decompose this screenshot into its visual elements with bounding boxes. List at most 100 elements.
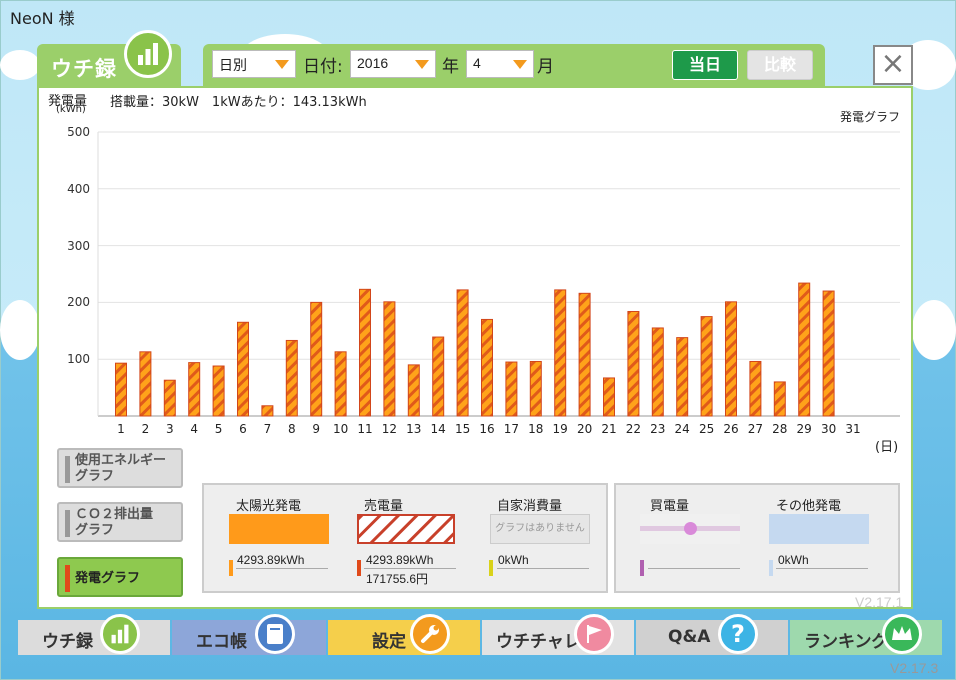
sell-value-yen: 171755.6円 (366, 572, 429, 586)
bar-day-9[interactable] (310, 301, 323, 417)
other-marker (769, 560, 773, 576)
bar-day-15[interactable] (456, 289, 469, 417)
bar-day-27[interactable] (749, 360, 762, 417)
bar-day-19[interactable] (554, 289, 567, 417)
nav-label: Q&A (668, 627, 711, 647)
bar-day-10[interactable] (334, 351, 347, 417)
x-tick-label: 17 (504, 422, 519, 436)
solar-value: 4293.89kWh (237, 553, 305, 567)
bar-day-28[interactable] (773, 381, 786, 417)
x-tick-label: 18 (528, 422, 543, 436)
bar-day-18[interactable] (529, 360, 542, 417)
nav-uchiroku[interactable]: ウチ録 (18, 620, 170, 655)
bar-day-24[interactable] (676, 337, 689, 417)
x-tick-label: 3 (166, 422, 174, 436)
version-ghost: V2.17.1 (855, 594, 904, 610)
self-consumption-title: 自家消費量 (497, 499, 563, 514)
x-tick-label: 25 (699, 422, 714, 436)
self-consumption-empty: グラフはありません (490, 514, 590, 544)
sell-swatch (357, 514, 455, 544)
bar-day-11[interactable] (359, 288, 371, 417)
x-tick-label: 8 (288, 422, 296, 436)
bar-day-6[interactable] (237, 321, 249, 417)
bar-day-25[interactable] (700, 316, 713, 417)
bar-day-17[interactable] (505, 361, 518, 417)
bar-day-16[interactable] (481, 318, 493, 417)
marker (65, 510, 70, 537)
nav-label: エコ帳 (196, 632, 247, 652)
label-line2: グラフ (75, 469, 115, 484)
buy-slider-knob (684, 522, 697, 535)
bar-day-7[interactable] (261, 405, 274, 417)
bar-day-30[interactable] (822, 290, 835, 417)
divider (497, 568, 589, 569)
question-icon: ? (718, 614, 758, 654)
bar-day-26[interactable] (725, 301, 737, 417)
x-tick-label: 27 (748, 422, 763, 436)
bar-day-29[interactable] (798, 282, 811, 417)
notebook-icon (255, 614, 295, 654)
y-tick-label: 400 (67, 181, 90, 196)
x-tick-label: 29 (797, 422, 812, 436)
x-tick-label: 2 (142, 422, 150, 436)
solar-title: 太陽光発電 (236, 499, 302, 514)
bar-day-1[interactable] (115, 362, 127, 417)
x-tick-label: 15 (455, 422, 470, 436)
bar-day-3[interactable] (163, 379, 176, 417)
x-tick-label: 4 (190, 422, 198, 436)
nav-qa[interactable]: Q&A (636, 620, 788, 655)
x-tick-label: 13 (406, 422, 421, 436)
x-tick-label: 16 (479, 422, 494, 436)
x-tick-label: 12 (382, 422, 397, 436)
x-tick-label: 30 (821, 422, 836, 436)
nav-settings[interactable]: 設定 (328, 620, 480, 655)
bar-day-5[interactable] (212, 365, 225, 417)
bar-day-13[interactable] (407, 364, 420, 417)
sell-marker (357, 560, 361, 576)
nav-ecocho[interactable]: エコ帳 (172, 620, 326, 655)
y-tick-label: 300 (67, 238, 90, 253)
bar-day-4[interactable] (188, 362, 201, 417)
sell-value-kwh: 4293.89kWh (366, 553, 434, 567)
x-tick-label: 14 (431, 422, 446, 436)
nav-label: 設定 (372, 632, 406, 652)
marker (65, 565, 70, 592)
label-line2: グラフ (75, 523, 115, 538)
x-tick-label: 21 (601, 422, 616, 436)
divider (776, 568, 868, 569)
bar-day-8[interactable] (285, 339, 298, 417)
flag-icon (574, 614, 614, 654)
x-tick-label: 11 (357, 422, 372, 436)
solar-swatch (229, 514, 329, 544)
buy-swatch (640, 514, 740, 544)
crown-icon (882, 614, 922, 654)
divider (236, 568, 328, 569)
bar-day-21[interactable] (603, 377, 615, 417)
x-tick-label: 22 (626, 422, 641, 436)
generation-graph-button[interactable]: 発電グラフ (57, 557, 183, 597)
nav-label: ウチチャレ (496, 632, 581, 652)
divider (364, 568, 456, 569)
bar-day-20[interactable] (578, 292, 591, 417)
buy-title: 買電量 (650, 499, 690, 514)
energy-usage-graph-button[interactable]: 使用エネルギー グラフ (57, 448, 183, 488)
x-tick-label: 24 (675, 422, 690, 436)
bar-day-12[interactable] (383, 301, 396, 417)
label-line1: ＣＯ２排出量 (75, 507, 154, 522)
x-tick-label: 5 (215, 422, 223, 436)
other-swatch (769, 514, 869, 544)
x-tick-label: 10 (333, 422, 348, 436)
x-tick-label: 6 (239, 422, 247, 436)
bar-day-2[interactable] (139, 351, 152, 417)
other-generation-title: その他発電 (776, 499, 842, 514)
co2-graph-button[interactable]: ＣＯ２排出量 グラフ (57, 502, 183, 542)
label-line1: 使用エネルギー (75, 453, 167, 468)
x-tick-label: 9 (312, 422, 320, 436)
bar-day-23[interactable] (651, 327, 664, 417)
bar-day-14[interactable] (432, 336, 445, 417)
bar-day-22[interactable] (627, 310, 640, 417)
label-line1: 発電グラフ (75, 571, 141, 586)
buy-marker (640, 560, 644, 576)
x-tick-label: 28 (772, 422, 787, 436)
bar-chart-icon (100, 614, 140, 654)
